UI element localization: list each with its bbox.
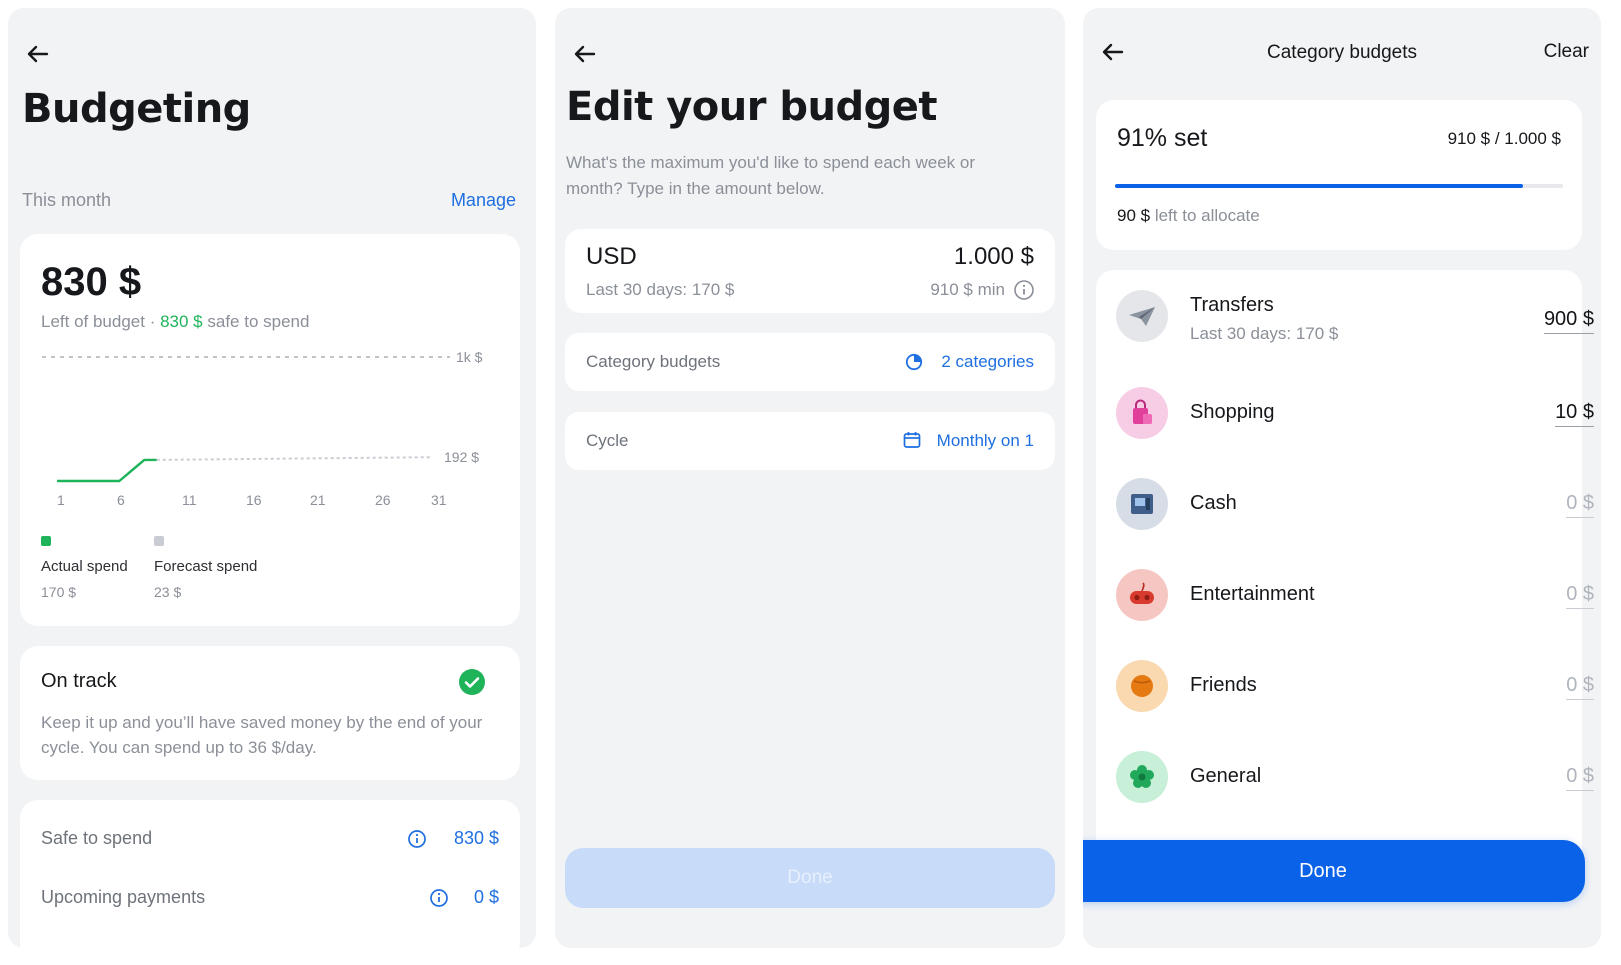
category-budgets-row[interactable]: Category budgets 2 categories — [565, 333, 1055, 391]
back-arrow-icon[interactable] — [569, 38, 601, 70]
x-tick-label: 26 — [375, 492, 391, 508]
list-item[interactable]: Friends 0 $ — [1116, 656, 1594, 716]
allocation-progress-track — [1115, 184, 1563, 188]
forecast-end-label: 192 $ — [444, 449, 479, 465]
category-amount-input[interactable]: 0 $ — [1566, 674, 1594, 700]
x-tick-label: 16 — [246, 492, 262, 508]
category-budgets-value: 2 categories — [941, 352, 1034, 371]
details-card: Safe to spend 830 $ Upcoming payments 0 … — [20, 800, 520, 948]
category-subtitle: Last 30 days: 170 $ — [1190, 324, 1339, 343]
left-suffix: left to allocate — [1150, 206, 1260, 225]
manage-link[interactable]: Manage — [451, 190, 516, 211]
list-item[interactable]: Transfers Last 30 days: 170 $ 900 $ — [1116, 286, 1594, 346]
left-of-budget-text: Left of budget · 830 $ safe to spend — [41, 312, 309, 332]
category-budgets-screen: Category budgets Clear 91% set 910 $ / 1… — [1083, 8, 1601, 948]
status-title: On track — [41, 670, 117, 692]
page-title: Category budgets — [1267, 42, 1417, 63]
info-icon[interactable] — [407, 829, 427, 849]
category-amount-input[interactable]: 0 $ — [1566, 492, 1594, 518]
safe-to-spend-label: Safe to spend — [41, 828, 153, 848]
safe-suffix: safe to spend — [202, 312, 310, 331]
back-arrow-icon[interactable] — [22, 38, 54, 70]
cycle-label: Cycle — [586, 431, 629, 450]
x-tick-label: 1 — [57, 492, 65, 508]
limit-label: 1k $ — [456, 349, 483, 365]
budgeting-screen: Budgeting This month Manage 830 $ Left o… — [8, 8, 536, 948]
category-amount-input[interactable]: 10 $ — [1555, 401, 1594, 427]
cycle-row[interactable]: Cycle Monthly on 1 — [565, 412, 1055, 470]
check-circle-icon — [459, 669, 485, 695]
page-subtitle: What's the maximum you'd like to spend e… — [566, 150, 975, 202]
left-prefix: Left of budget · — [41, 312, 161, 331]
info-icon[interactable] — [429, 888, 449, 908]
amount-input-card[interactable]: USD 1.000 $ Last 30 days: 170 $ 910 $ mi… — [565, 229, 1055, 313]
category-name: Friends — [1190, 674, 1257, 696]
budget-amount-input[interactable]: 1.000 $ — [954, 243, 1034, 271]
transfers-icon — [1116, 290, 1168, 342]
category-name: Shopping — [1190, 401, 1275, 423]
list-item[interactable]: Shopping 10 $ — [1116, 383, 1594, 443]
actual-legend-swatch — [41, 536, 51, 546]
page-title: Budgeting — [22, 86, 251, 132]
list-item[interactable]: Cash 0 $ — [1116, 474, 1594, 534]
status-text: Keep it up and you’ll have saved money b… — [41, 713, 483, 757]
category-amount-input[interactable]: 0 $ — [1566, 765, 1594, 791]
period-label: This month — [22, 190, 112, 210]
shopping-bag-icon — [1116, 387, 1168, 439]
x-tick-label: 11 — [182, 492, 197, 508]
safe-to-spend-value: 830 $ — [453, 828, 499, 848]
list-item[interactable]: General 0 $ — [1116, 747, 1594, 807]
forecast-spend-line — [156, 456, 432, 461]
allocation-summary-card: 91% set 910 $ / 1.000 $ 90 $ left to all… — [1096, 100, 1582, 250]
currency-code: USD — [586, 243, 637, 270]
gamepad-icon — [1116, 569, 1168, 621]
percent-set: 91% set — [1117, 124, 1208, 152]
left-to-allocate: 90 $ left to allocate — [1117, 206, 1260, 226]
budget-summary-card: 830 $ Left of budget · 830 $ safe to spe… — [20, 234, 520, 626]
actual-legend-label: Actual spend — [41, 558, 128, 575]
clear-button[interactable]: Clear — [1544, 41, 1589, 63]
subtitle-line: month? Type in the amount below. — [566, 179, 825, 198]
done-button[interactable]: Done — [1083, 840, 1585, 902]
category-name: Cash — [1190, 492, 1237, 514]
spend-chart: 1k $ 192 $ 1 6 11 16 21 26 31 — [42, 349, 483, 508]
category-name: Transfers — [1190, 294, 1274, 316]
x-tick-label: 6 — [117, 492, 125, 508]
allocated-total: 910 $ / 1.000 $ — [1447, 129, 1561, 148]
atm-icon — [1116, 478, 1168, 530]
page-title: Edit your budget — [566, 84, 938, 130]
actual-spend-line — [57, 458, 157, 483]
upcoming-payments-value: 0 $ — [473, 887, 499, 907]
on-track-card[interactable]: On track Keep it up and you’ll have save… — [20, 646, 520, 780]
ball-icon — [1116, 660, 1168, 712]
forecast-legend-value: 23 $ — [154, 584, 182, 600]
category-amount-input[interactable]: 900 $ — [1543, 308, 1594, 334]
remaining-amount: 830 $ — [41, 260, 142, 304]
category-name: General — [1190, 765, 1262, 787]
info-icon[interactable] — [1013, 279, 1035, 301]
calendar-icon — [903, 432, 921, 448]
forecast-legend-label: Forecast spend — [154, 558, 258, 575]
edit-budget-screen: Edit your budget What's the maximum you'… — [555, 8, 1065, 948]
list-item[interactable]: Entertainment 0 $ — [1116, 565, 1594, 625]
last-30-days: Last 30 days: 170 $ — [586, 280, 735, 299]
left-amount: 90 $ — [1117, 206, 1151, 225]
safe-amount-inline: 830 $ — [160, 312, 203, 331]
pie-chart-icon — [905, 353, 923, 371]
upcoming-payments-label: Upcoming payments — [41, 887, 206, 907]
flower-icon — [1116, 751, 1168, 803]
subtitle-line: What's the maximum you'd like to spend e… — [566, 153, 976, 172]
category-name: Entertainment — [1190, 583, 1315, 605]
category-list: Transfers Last 30 days: 170 $ 900 $ Shop… — [1096, 270, 1594, 870]
done-button-disabled[interactable]: Done — [565, 848, 1055, 908]
category-budgets-label: Category budgets — [586, 352, 721, 371]
minimum-amount: 910 $ min — [930, 280, 1005, 299]
x-tick-label: 21 — [310, 492, 326, 508]
cycle-value: Monthly on 1 — [936, 431, 1034, 450]
forecast-legend-swatch — [154, 536, 164, 546]
x-tick-label: 31 — [431, 492, 447, 508]
allocation-progress-fill — [1115, 184, 1523, 188]
actual-legend-value: 170 $ — [41, 584, 77, 600]
category-amount-input[interactable]: 0 $ — [1566, 583, 1594, 609]
